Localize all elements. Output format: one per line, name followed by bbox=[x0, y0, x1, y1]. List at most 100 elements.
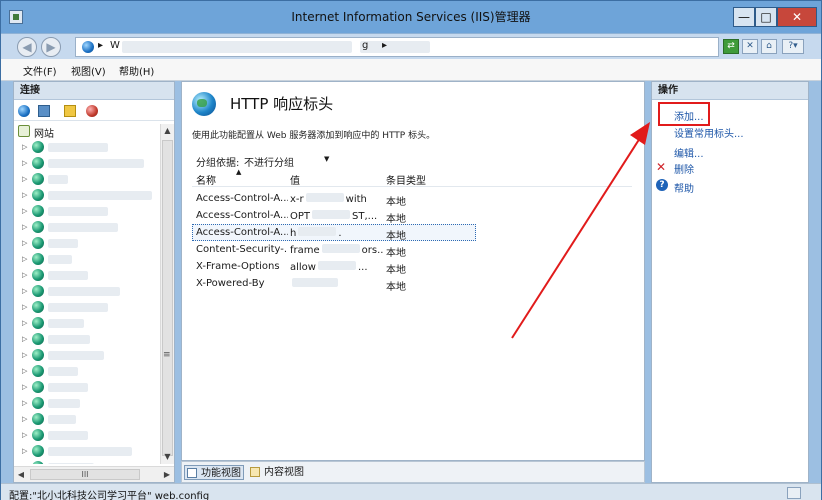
expand-icon[interactable]: ▷ bbox=[22, 383, 27, 391]
iis-manager-window: Internet Information Services (IIS)管理器 —… bbox=[0, 0, 822, 500]
content-view-tab[interactable]: 内容视图 bbox=[248, 465, 308, 480]
expand-icon[interactable]: ▷ bbox=[22, 367, 27, 375]
group-by-select[interactable]: 不进行分组 bbox=[244, 154, 294, 169]
disconnect-icon[interactable] bbox=[86, 105, 98, 117]
minimize-button[interactable]: — bbox=[733, 7, 755, 27]
window-title: Internet Information Services (IIS)管理器 bbox=[291, 10, 531, 24]
tree-site-item[interactable]: ▷ bbox=[14, 364, 160, 379]
tree-root-sites[interactable]: 网站 bbox=[14, 124, 160, 140]
expand-icon[interactable]: ▷ bbox=[22, 255, 27, 263]
column-value[interactable]: 值 bbox=[290, 172, 300, 187]
tree-site-item[interactable]: ▷ bbox=[14, 428, 160, 443]
tree-site-item[interactable]: ▷ bbox=[14, 444, 160, 459]
save-icon[interactable] bbox=[38, 105, 50, 117]
tree-site-item[interactable]: ▷ bbox=[14, 140, 160, 155]
scroll-down-icon[interactable]: ▼ bbox=[161, 450, 174, 464]
tree-site-item[interactable]: ▷ bbox=[14, 268, 160, 283]
menu-view[interactable]: 视图(V) bbox=[71, 63, 106, 78]
menu-help[interactable]: 帮助(H) bbox=[119, 63, 154, 78]
status-config: 配置:"北小北科技公司学习平台" web.config bbox=[9, 491, 210, 500]
expand-icon[interactable]: ▷ bbox=[22, 223, 27, 231]
expand-icon[interactable]: ▷ bbox=[22, 399, 27, 407]
table-row[interactable]: Content-Security-...frame ors...本地 bbox=[192, 241, 632, 259]
tree-site-item[interactable]: ▷ bbox=[14, 316, 160, 331]
help-action-link[interactable]: 帮助 bbox=[674, 180, 694, 195]
site-name-redacted bbox=[48, 335, 90, 344]
column-entry-type[interactable]: 条目类型 bbox=[386, 172, 426, 187]
table-row[interactable]: X-Powered-By 本地 bbox=[192, 275, 632, 293]
tree-vertical-scrollbar[interactable]: ▲ ≡ ▼ bbox=[160, 124, 174, 464]
back-button[interactable]: ◀ bbox=[17, 37, 37, 57]
tree-site-item[interactable]: ▷ bbox=[14, 172, 160, 187]
column-name[interactable]: 名称 bbox=[196, 172, 216, 187]
content-view-label: 内容视图 bbox=[264, 467, 304, 478]
expand-icon[interactable]: ▷ bbox=[22, 319, 27, 327]
tree-site-item[interactable]: ▷ bbox=[14, 380, 160, 395]
address-field[interactable]: ▸ W g ▸ bbox=[75, 37, 719, 57]
expand-icon[interactable]: ▷ bbox=[22, 143, 27, 151]
help-dropdown-icon[interactable]: ?▾ bbox=[782, 39, 804, 54]
up-folder-icon[interactable] bbox=[64, 105, 76, 117]
close-button[interactable]: ✕ bbox=[777, 7, 817, 27]
expand-icon[interactable]: ▷ bbox=[22, 239, 27, 247]
site-name-redacted bbox=[48, 399, 80, 408]
site-name-redacted bbox=[48, 223, 118, 232]
tree-site-item[interactable]: ▷ bbox=[14, 220, 160, 235]
site-globe-icon bbox=[32, 157, 44, 169]
expand-icon[interactable]: ▷ bbox=[22, 463, 27, 464]
tree-site-item[interactable]: ▷ bbox=[14, 332, 160, 347]
tree-site-item[interactable]: ▷ bbox=[14, 396, 160, 411]
menu-file[interactable]: 文件(F) bbox=[23, 63, 57, 78]
page-title: HTTP 响应标头 bbox=[230, 95, 334, 113]
scroll-left-icon[interactable]: ◀ bbox=[14, 467, 28, 482]
address-site[interactable]: g bbox=[362, 40, 368, 51]
expand-icon[interactable]: ▷ bbox=[22, 159, 27, 167]
forward-button[interactable]: ▶ bbox=[41, 37, 61, 57]
table-row[interactable]: Access-Control-A... x-r with 本地 bbox=[192, 190, 632, 208]
connect-icon[interactable] bbox=[18, 105, 30, 117]
expand-icon[interactable]: ▷ bbox=[22, 287, 27, 295]
tree-site-item[interactable]: ▷ bbox=[14, 204, 160, 219]
expand-icon[interactable]: ▷ bbox=[22, 447, 27, 455]
tree-site-item[interactable]: ▷ bbox=[14, 284, 160, 299]
tree-site-item[interactable]: ▷ bbox=[14, 188, 160, 203]
expand-icon[interactable]: ▷ bbox=[22, 335, 27, 343]
delete-action-link[interactable]: 删除 bbox=[674, 161, 694, 176]
tree-site-item[interactable]: ▷ bbox=[14, 348, 160, 363]
chevron-down-icon[interactable]: ▼ bbox=[324, 155, 329, 163]
scroll-thumb[interactable] bbox=[162, 140, 173, 456]
home-icon[interactable]: ⌂ bbox=[761, 39, 777, 54]
tree-site-item[interactable]: ▷ bbox=[14, 460, 160, 464]
tree-site-item[interactable]: ▷ bbox=[14, 252, 160, 267]
tree-site-item[interactable]: ▷ bbox=[14, 236, 160, 251]
cell-name: X-Powered-By bbox=[196, 278, 265, 289]
edit-action-link[interactable]: 编辑... bbox=[674, 145, 704, 160]
scroll-right-icon[interactable]: ▶ bbox=[160, 467, 174, 482]
maximize-button[interactable]: □ bbox=[755, 7, 777, 27]
set-common-headers-link[interactable]: 设置常用标头... bbox=[674, 125, 744, 140]
features-view-tab[interactable]: 功能视图 bbox=[184, 465, 244, 480]
hscroll-thumb[interactable]: III bbox=[30, 469, 140, 480]
table-row[interactable]: Access-Control-A... OPT ST,... 本地 bbox=[192, 207, 632, 225]
expand-icon[interactable]: ▷ bbox=[22, 191, 27, 199]
tree-site-item[interactable]: ▷ bbox=[14, 300, 160, 315]
address-server[interactable]: W bbox=[110, 40, 120, 51]
go-icon[interactable]: ⇄ bbox=[723, 39, 739, 54]
expand-icon[interactable]: ▷ bbox=[22, 271, 27, 279]
expand-icon[interactable]: ▷ bbox=[22, 415, 27, 423]
cell-value: h. bbox=[290, 227, 384, 239]
expand-icon[interactable]: ▷ bbox=[22, 303, 27, 311]
scroll-up-icon[interactable]: ▲ bbox=[161, 124, 174, 138]
expand-icon[interactable]: ▷ bbox=[22, 207, 27, 215]
table-row[interactable]: X-Frame-Options allow... 本地 bbox=[192, 258, 632, 276]
expand-icon[interactable]: ▷ bbox=[22, 431, 27, 439]
expand-icon[interactable]: ▷ bbox=[22, 351, 27, 359]
tree-horizontal-scrollbar[interactable]: ◀ III ▶ bbox=[14, 466, 174, 482]
table-row[interactable]: Access-Control-A... h. 本地 bbox=[192, 224, 632, 242]
cell-name: X-Frame-Options bbox=[196, 261, 280, 272]
tree-site-item[interactable]: ▷ bbox=[14, 412, 160, 427]
stop-icon[interactable]: ✕ bbox=[742, 39, 758, 54]
add-action-link[interactable]: 添加... bbox=[674, 108, 704, 123]
expand-icon[interactable]: ▷ bbox=[22, 175, 27, 183]
tree-site-item[interactable]: ▷ bbox=[14, 156, 160, 171]
